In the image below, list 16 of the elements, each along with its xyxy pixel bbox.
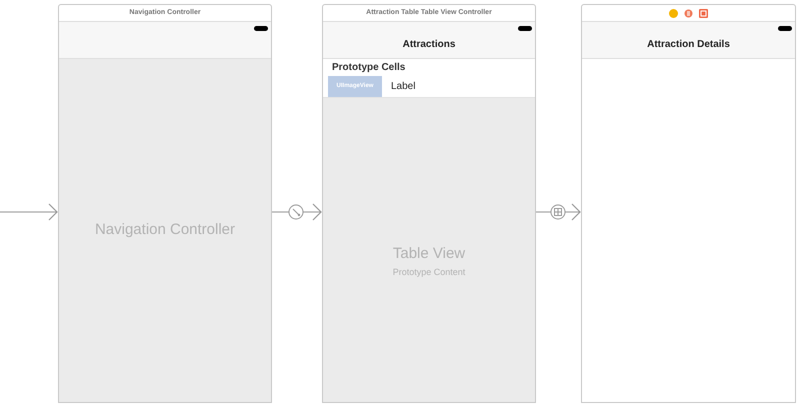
segue-arrow[interactable]	[0, 202, 58, 222]
exit-icon[interactable]	[699, 8, 708, 18]
cube-icon[interactable]	[684, 8, 693, 18]
battery-icon	[778, 26, 792, 31]
navigation-title: Attraction Details	[647, 38, 730, 52]
table-view-subtitle: Prototype Content	[392, 266, 466, 279]
segue-arrow[interactable]	[536, 202, 581, 222]
circle-icon[interactable]	[669, 8, 678, 18]
section-header: Prototype Cells	[331, 60, 406, 74]
battery-icon	[254, 26, 268, 31]
placeholder-label: Navigation Controller	[94, 220, 236, 240]
segue-arrow[interactable]	[272, 202, 322, 222]
table-view-title: Table View	[392, 244, 466, 264]
battery-icon	[518, 26, 532, 31]
cell-label: Label	[391, 80, 416, 94]
navigation-title: Attractions	[402, 38, 456, 52]
